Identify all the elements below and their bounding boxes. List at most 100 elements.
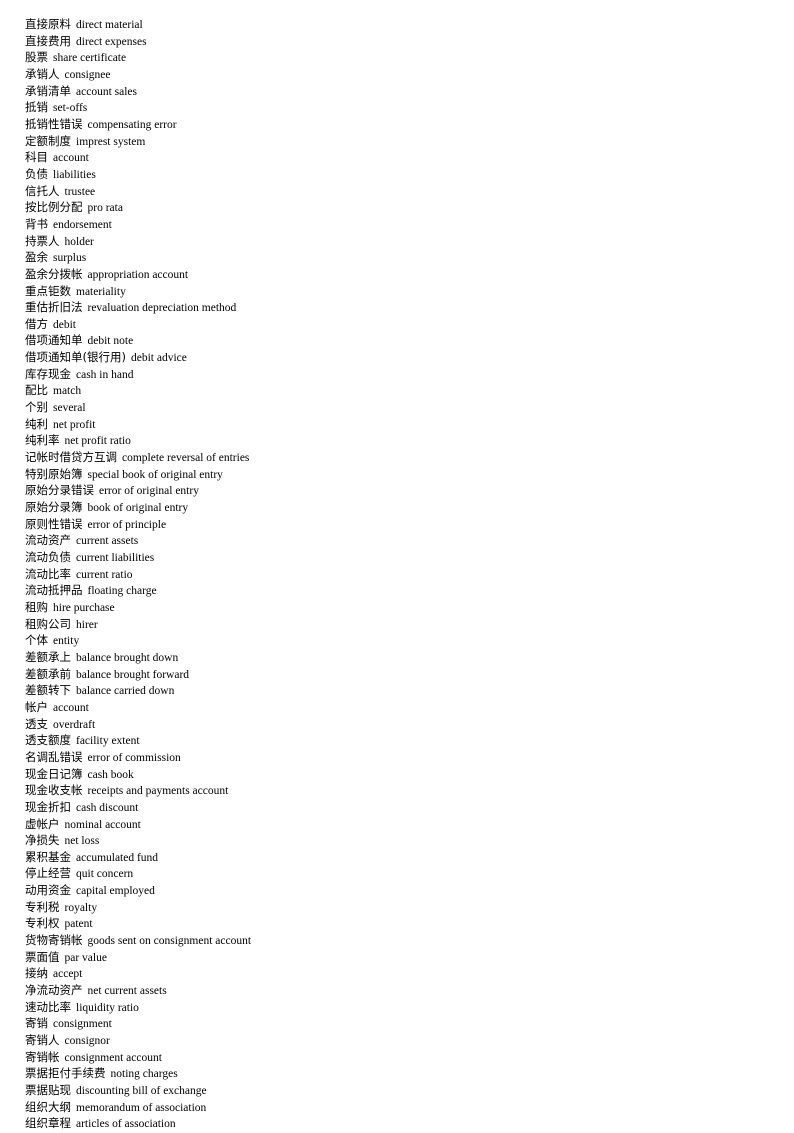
glossary-entry: 寄销帐 consignment account	[25, 1050, 765, 1067]
glossary-entry: 纯利 net profit	[25, 417, 765, 434]
entry-gloss-english: par value	[64, 951, 107, 964]
entry-term-chinese: 直接原料	[25, 17, 71, 31]
glossary-entry: 直接原料 direct material	[25, 17, 765, 34]
entry-gloss-english: cash in hand	[76, 368, 134, 381]
entry-term-chinese: 科目	[25, 150, 48, 165]
glossary-entry: 组织章程 articles of association	[25, 1116, 765, 1133]
glossary-entry: 个体 entity	[25, 633, 765, 650]
entry-gloss-english: appropriation account	[87, 268, 189, 281]
entry-gloss-english: articles of association	[76, 1118, 176, 1131]
entry-gloss-english: net loss	[64, 835, 100, 848]
glossary-entry: 背书 endorsement	[25, 217, 765, 234]
entry-term-chinese: 净损失	[25, 833, 60, 848]
entry-term-chinese: 寄销人	[25, 1033, 60, 1048]
entry-term-chinese: 组织章程	[25, 1116, 71, 1131]
entry-term-chinese: 流动比率	[25, 566, 71, 581]
entry-term-chinese: 纯利	[25, 416, 48, 431]
entry-term-chinese: 原始分录簿	[25, 500, 83, 515]
entry-term-chinese: 直接费用	[25, 33, 71, 48]
entry-term-chinese: 累积基金	[25, 849, 71, 864]
entry-term-chinese: 组织大纲	[25, 1099, 71, 1114]
entry-term-chinese: 借方	[25, 316, 48, 331]
entry-term-chinese: 虚帐户	[25, 816, 60, 831]
glossary-entry: 个别 several	[25, 400, 765, 417]
entry-gloss-english: current assets	[76, 535, 139, 548]
glossary-entry: 承销人 consignee	[25, 67, 765, 84]
entry-term-chinese: 差额承前	[25, 666, 71, 681]
entry-term-chinese: 透支	[25, 716, 48, 731]
entry-term-chinese: 速动比率	[25, 999, 71, 1014]
entry-term-chinese: 负债	[25, 166, 48, 181]
glossary-entry: 流动抵押品 floating charge	[25, 583, 765, 600]
entry-gloss-english: accept	[53, 968, 83, 981]
glossary-entry: 盈余 surplus	[25, 250, 765, 267]
entry-term-chinese: 持票人	[25, 233, 60, 248]
entry-term-chinese: 货物寄销帐	[25, 933, 83, 948]
entry-gloss-english: net profit	[53, 418, 96, 431]
entry-gloss-english: floating charge	[87, 585, 157, 598]
entry-term-chinese: 盈余分拨帐	[25, 266, 83, 281]
glossary-entry: 抵销性错误 compensating error	[25, 117, 765, 134]
glossary-entry: 票据拒付手续费 noting charges	[25, 1066, 765, 1083]
glossary-entry: 库存现金 cash in hand	[25, 367, 765, 384]
entry-term-chinese: 流动负债	[25, 550, 71, 564]
glossary-entry: 净损失 net loss	[25, 833, 765, 850]
entry-term-chinese: 专利权	[25, 916, 60, 931]
entry-term-chinese: 借项通知单(银行用)	[25, 350, 126, 365]
entry-gloss-english: current ratio	[76, 568, 133, 581]
entry-term-chinese: 按比例分配	[25, 200, 83, 215]
entry-term-chinese: 记帐时借贷方互调	[25, 450, 117, 465]
entry-gloss-english: liquidity ratio	[76, 1001, 139, 1014]
glossary-entry: 停止经营 quit concern	[25, 866, 765, 883]
entry-gloss-english: special book of original entry	[87, 468, 223, 481]
entry-term-chinese: 租购	[25, 599, 48, 614]
glossary-entry: 重点钜数 materiality	[25, 284, 765, 301]
entry-gloss-english: nominal account	[64, 818, 141, 831]
entry-term-chinese: 名调乱错误	[25, 749, 83, 764]
entry-gloss-english: revaluation depreciation method	[87, 302, 237, 315]
entry-gloss-english: materiality	[76, 285, 126, 298]
entry-gloss-english: several	[53, 402, 86, 415]
glossary-entry: 透支额度 facility extent	[25, 733, 765, 750]
glossary-entry: 流动负债 current liabilities	[25, 550, 765, 567]
entry-term-chinese: 租购公司	[25, 616, 71, 631]
entry-term-chinese: 停止经营	[25, 866, 71, 881]
entry-term-chinese: 现金收支帐	[25, 783, 83, 798]
glossary-entry: 定额制度 imprest system	[25, 134, 765, 151]
entry-gloss-english: debit	[53, 318, 76, 331]
entry-gloss-english: consignment	[53, 1018, 112, 1031]
entry-gloss-english: imprest system	[76, 135, 146, 148]
entry-gloss-english: memorandum of association	[76, 1101, 207, 1114]
entry-gloss-english: error of principle	[87, 518, 167, 531]
entry-gloss-english: direct expenses	[76, 35, 147, 48]
glossary-entry: 净流动资产 net current assets	[25, 983, 765, 1000]
entry-gloss-english: capital employed	[76, 885, 155, 898]
glossary-entry: 寄销 consignment	[25, 1016, 765, 1033]
entry-term-chinese: 现金折扣	[25, 799, 71, 814]
entry-gloss-english: endorsement	[53, 218, 112, 231]
glossary-entry: 持票人 holder	[25, 234, 765, 251]
entry-gloss-english: liabilities	[53, 168, 96, 181]
entry-gloss-english: net profit ratio	[64, 435, 131, 448]
entry-gloss-english: consignment account	[64, 1051, 162, 1064]
entry-gloss-english: balance brought down	[76, 651, 179, 664]
glossary-entry: 现金日记簿 cash book	[25, 767, 765, 784]
entry-gloss-english: discounting bill of exchange	[76, 1085, 207, 1097]
glossary-entry: 货物寄销帐 goods sent on consignment account	[25, 933, 765, 950]
glossary-entry: 流动比率 current ratio	[25, 567, 765, 584]
entry-term-chinese: 原始分录错误	[25, 483, 94, 498]
entry-gloss-english: share certificate	[53, 52, 127, 65]
entry-gloss-english: direct material	[76, 19, 143, 31]
glossary-entry: 名调乱错误 error of commission	[25, 750, 765, 767]
glossary-entry: 负债 liabilities	[25, 167, 765, 184]
glossary-entry: 差额承上 balance brought down	[25, 650, 765, 667]
glossary-entry: 现金收支帐 receipts and payments account	[25, 783, 765, 800]
entry-gloss-english: match	[53, 385, 82, 398]
entry-term-chinese: 现金日记簿	[25, 766, 83, 781]
glossary-entry: 动用资金 capital employed	[25, 883, 765, 900]
entry-gloss-english: holder	[64, 235, 94, 248]
entry-term-chinese: 承销清单	[25, 83, 71, 98]
glossary-entry: 承销清单 account sales	[25, 84, 765, 101]
entry-gloss-english: error of original entry	[99, 485, 199, 498]
glossary-entry: 纯利率 net profit ratio	[25, 433, 765, 450]
